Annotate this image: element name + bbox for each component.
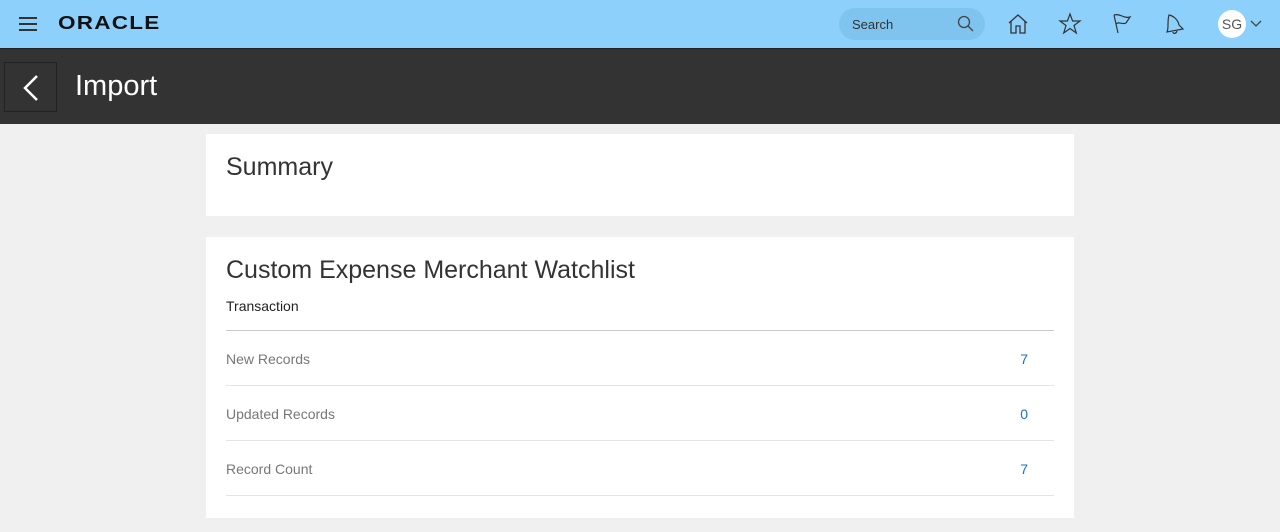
back-button[interactable] [4,62,57,112]
summary-card: Summary [206,134,1074,216]
notifications-bell-icon[interactable] [1162,12,1186,36]
global-header: ORACLE Search SG [0,0,1280,48]
table-row: Record Count 7 [226,441,1054,496]
user-avatar[interactable]: SG [1218,10,1246,38]
section-title: Custom Expense Merchant Watchlist [226,256,635,284]
search-placeholder: Search [852,17,894,32]
watchlist-card: Custom Expense Merchant Watchlist Transa… [206,237,1074,518]
row-label: Updated Records [226,406,335,422]
summary-title: Summary [226,153,333,181]
row-value-link[interactable]: 0 [1020,406,1028,422]
watchlist-flag-icon[interactable] [1110,12,1134,36]
oracle-logo: ORACLE [58,13,161,33]
table-row: Updated Records 0 [226,386,1054,441]
search-input[interactable]: Search [839,8,985,40]
search-icon[interactable] [957,15,975,33]
row-label: New Records [226,351,311,367]
page-title: Import [75,70,158,102]
row-value-link[interactable]: 7 [1020,351,1028,367]
page-header: Import [0,48,1280,124]
row-label: Record Count [226,461,313,477]
favorites-star-icon[interactable] [1058,12,1082,36]
section-subtitle: Transaction [226,298,299,314]
hamburger-menu-icon[interactable] [19,17,37,31]
records-table: New Records 7 Updated Records 0 Record C… [226,330,1054,496]
table-row: New Records 7 [226,331,1054,386]
row-value-link[interactable]: 7 [1020,461,1028,477]
back-arrow-icon [23,75,38,101]
chevron-down-icon[interactable] [1250,18,1262,28]
home-icon[interactable] [1006,12,1030,36]
